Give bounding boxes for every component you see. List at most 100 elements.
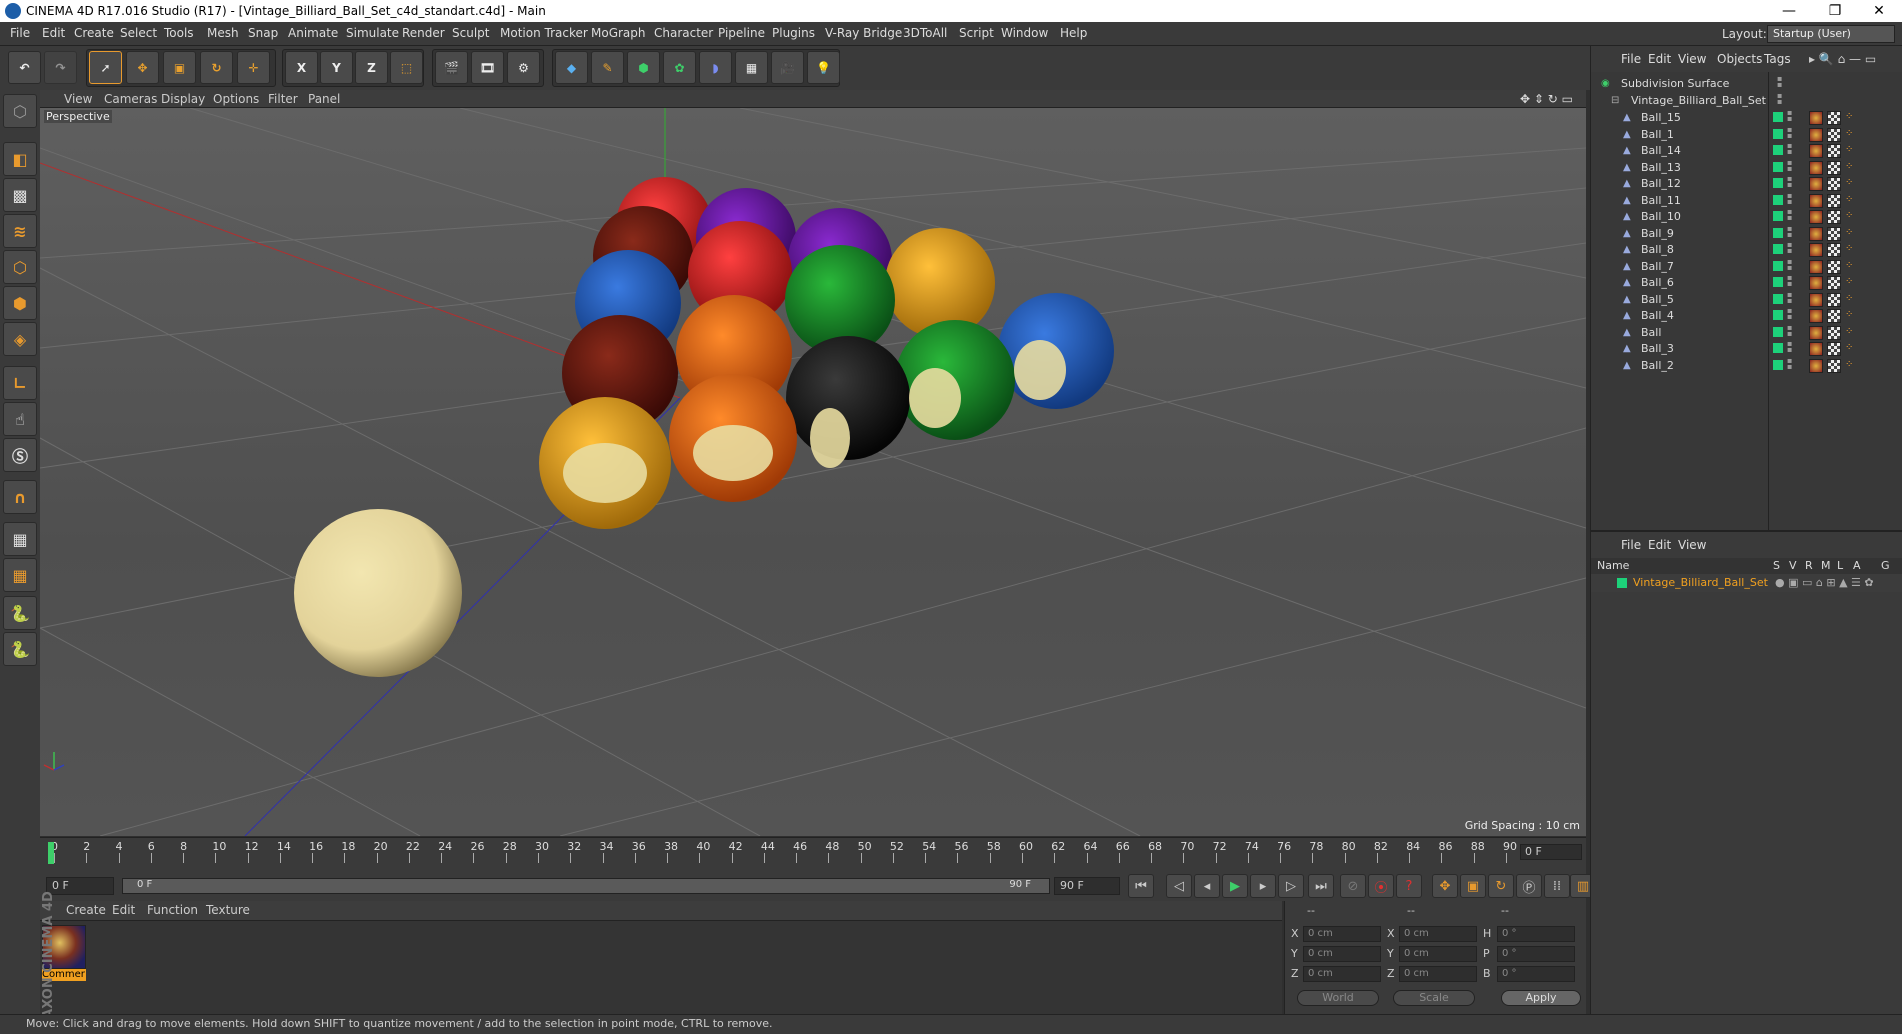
objects-menu-tags[interactable]: Tags (1764, 52, 1791, 66)
layer-color-swatch[interactable] (1773, 244, 1783, 254)
uvw-tag-icon[interactable]: ⁘ (1845, 144, 1859, 158)
object-row-ball[interactable]: ▲ Ball_2 ▪ ▪ ⁘ (1591, 356, 1902, 376)
menu-render[interactable]: Render (402, 26, 445, 40)
material-menu-function[interactable]: Function (147, 903, 198, 917)
menu-motion-tracker[interactable]: Motion Tracker (500, 26, 588, 40)
material-menu-create[interactable]: Create (66, 903, 106, 917)
menu-tools[interactable]: Tools (164, 26, 194, 40)
uvw-tag-icon[interactable]: ⁘ (1845, 111, 1859, 125)
layers-menu-edit[interactable]: Edit (1648, 538, 1671, 552)
redo-icon[interactable]: ↷ (44, 51, 77, 84)
make-editable-icon[interactable]: ⬡ (3, 94, 37, 128)
texture-mode-icon[interactable]: ▩ (3, 178, 37, 212)
uvw-tag-icon[interactable]: ⁘ (1845, 194, 1859, 208)
x-axis-lock-button[interactable]: X (285, 51, 318, 84)
rotate-tool-icon[interactable]: ↻ (200, 51, 233, 84)
objects-menu-file[interactable]: File (1621, 52, 1641, 66)
layer-row[interactable]: Vintage_Billiard_Ball_Set ● ▣ ▭ ⌂ ⊞ ▲ ☰ … (1591, 574, 1902, 592)
coordinate-scale-select[interactable]: Scale (1393, 990, 1475, 1006)
menu-select[interactable]: Select (120, 26, 157, 40)
viewport-menu-display[interactable]: Display (161, 92, 205, 106)
edges-mode-icon[interactable]: ⬢ (3, 286, 37, 320)
uvw-tag-icon[interactable]: ⁘ (1845, 227, 1859, 241)
material-tag-icon[interactable] (1809, 325, 1823, 340)
viewport-menu-view[interactable]: View (64, 92, 92, 106)
menu-vray-bridge[interactable]: V-Ray Bridge (825, 26, 902, 40)
texture-tag-icon[interactable] (1827, 276, 1841, 290)
scale-tool-icon[interactable]: ▣ (163, 51, 196, 84)
layer-color-swatch[interactable] (1773, 326, 1783, 337)
camera-icon[interactable]: 🎥 (771, 51, 804, 84)
viewport-menu-options[interactable]: Options (213, 92, 259, 106)
material-tag-icon[interactable] (1809, 193, 1823, 208)
play-forward-icon[interactable]: ▶ (1222, 874, 1248, 898)
axis-mode-icon[interactable]: ∟ (3, 366, 37, 400)
objects-menu-edit[interactable]: Edit (1648, 52, 1671, 66)
menu-sculpt[interactable]: Sculpt (452, 26, 489, 40)
y-axis-lock-button[interactable]: Y (320, 51, 353, 84)
layers-menu-view[interactable]: View (1678, 538, 1706, 552)
menu-file[interactable]: File (10, 26, 30, 40)
uvw-tag-icon[interactable]: ⁘ (1845, 260, 1859, 274)
layer-color-swatch[interactable] (1773, 359, 1783, 370)
material-tag-icon[interactable] (1809, 210, 1823, 224)
layout-select[interactable]: Startup (User) (1767, 25, 1895, 43)
move-tool-icon[interactable]: ✥ (126, 51, 159, 84)
render-picture-viewer-icon[interactable]: 🎞 (471, 51, 504, 84)
restore-button[interactable]: ❐ (1812, 0, 1858, 22)
layer-color-swatch[interactable] (1773, 343, 1783, 353)
layers-menu-file[interactable]: File (1621, 538, 1641, 552)
material-tag-icon[interactable] (1809, 144, 1823, 158)
apply-button[interactable]: Apply (1501, 990, 1581, 1006)
size-y-field[interactable]: 0 cm (1399, 946, 1477, 962)
timeline-ruler[interactable]: 0 2 4 6 8 10 12 14 16 18 20 22 24 26 28 30 32 34 36 38 40 42 4… (40, 837, 1586, 871)
material-tag-icon[interactable] (1809, 127, 1823, 142)
material-tag-icon[interactable] (1809, 276, 1823, 290)
3d-viewport[interactable]: Perspective Grid Spacing : 10 cm (40, 108, 1586, 836)
key-scale-icon[interactable]: ▣ (1460, 874, 1486, 898)
menu-character[interactable]: Character (654, 26, 713, 40)
layer-color-swatch[interactable] (1773, 260, 1783, 271)
uvw-tag-icon[interactable]: ⁘ (1845, 342, 1859, 356)
texture-tag-icon[interactable] (1827, 177, 1841, 191)
material-tag-icon[interactable] (1809, 243, 1823, 257)
key-position-icon[interactable]: ✥ (1432, 874, 1458, 898)
layer-color-swatch[interactable] (1773, 128, 1783, 139)
position-x-field[interactable]: 0 cm (1303, 926, 1381, 942)
layer-color-swatch[interactable] (1773, 161, 1783, 172)
viewport-menu-cameras[interactable]: Cameras (104, 92, 157, 106)
menu-pipeline[interactable]: Pipeline (718, 26, 765, 40)
close-button[interactable]: ✕ (1856, 0, 1902, 22)
menu-edit[interactable]: Edit (42, 26, 65, 40)
size-z-field[interactable]: 0 cm (1399, 966, 1477, 982)
previous-frame-icon[interactable]: ◂ (1194, 874, 1220, 898)
material-tag-icon[interactable] (1809, 160, 1823, 175)
polygons-mode-icon[interactable]: ◈ (3, 322, 37, 356)
layer-color-swatch[interactable] (1773, 112, 1783, 122)
spline-pen-icon[interactable]: ✎ (591, 51, 624, 84)
key-parameter-icon[interactable]: Ⓟ (1516, 874, 1542, 898)
objects-toolbar-icons[interactable]: ▸ 🔍 ⌂ — ▭ (1809, 52, 1876, 66)
uvw-tag-icon[interactable]: ⁘ (1845, 276, 1859, 290)
texture-tag-icon[interactable] (1827, 226, 1841, 241)
snapping-icon[interactable]: ∩ (3, 480, 37, 514)
deformer-icon[interactable]: ◗ (699, 51, 732, 84)
frame-range-slider[interactable]: 0 F 90 F (122, 878, 1050, 894)
uvw-tag-icon[interactable]: ⁘ (1845, 210, 1859, 224)
menu-animate[interactable]: Animate (288, 26, 338, 40)
menu-window[interactable]: Window (1001, 26, 1048, 40)
coordinate-system-icon[interactable]: ⬚ (390, 51, 423, 84)
next-frame-icon[interactable]: ▸ (1250, 874, 1276, 898)
model-mode-icon[interactable]: ◧ (3, 142, 37, 176)
uvw-tag-icon[interactable]: ⁘ (1845, 326, 1859, 340)
position-z-field[interactable]: 0 cm (1303, 966, 1381, 982)
rotation-h-field[interactable]: 0 ° (1497, 926, 1575, 942)
playhead-marker[interactable] (48, 842, 54, 864)
workplane-lock-icon[interactable]: ▦ (3, 522, 37, 556)
solo-mode-icon[interactable]: Ⓢ (3, 438, 37, 472)
record-keys-icon[interactable]: ⊘ (1340, 874, 1366, 898)
layer-color-swatch[interactable] (1617, 578, 1627, 588)
cube-icon[interactable]: ◆ (555, 51, 588, 84)
subdivision-surface-icon[interactable]: ⬢ (627, 51, 660, 84)
texture-tag-icon[interactable] (1827, 160, 1841, 175)
